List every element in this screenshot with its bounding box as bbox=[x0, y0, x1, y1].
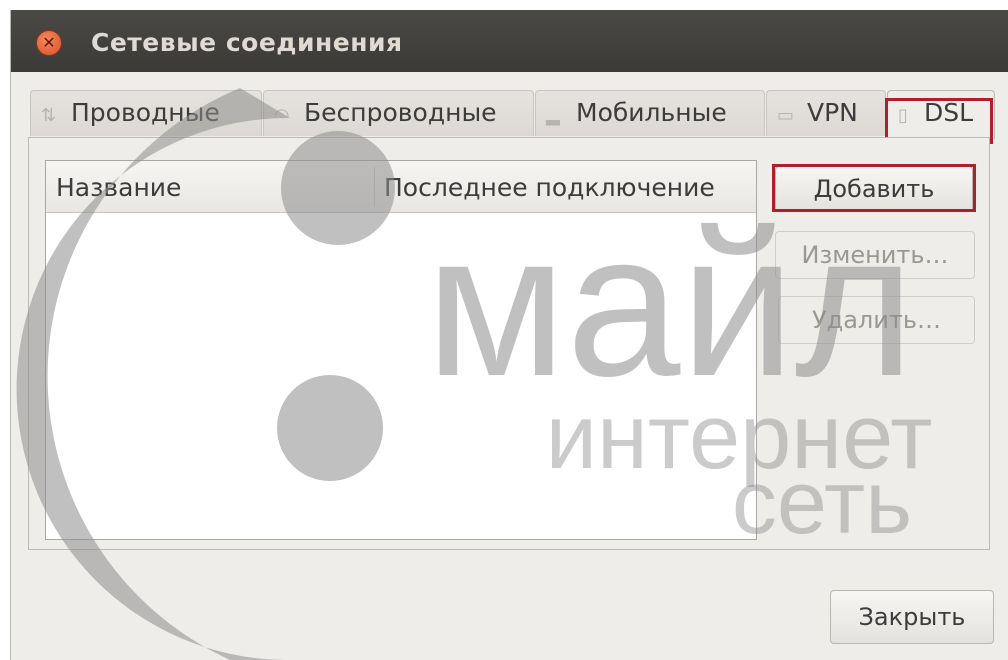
tab-wired[interactable]: ⇅ Проводные bbox=[30, 90, 262, 136]
tab-label: VPN bbox=[807, 98, 858, 127]
wired-network-icon: ⇅ bbox=[41, 105, 57, 126]
close-icon: ✕ bbox=[42, 33, 56, 52]
add-button-highlight bbox=[772, 164, 976, 212]
tab-mobile[interactable]: ▂ Мобильные bbox=[535, 90, 765, 136]
delete-button[interactable]: Удалить… bbox=[778, 296, 975, 344]
tab-label: Мобильные bbox=[576, 98, 727, 127]
connections-list[interactable]: Название Последнее подключение bbox=[45, 160, 757, 540]
window-title: Сетевые соединения bbox=[91, 28, 403, 57]
title-bar: ✕ Сетевые соединения bbox=[11, 10, 1008, 72]
list-header: Название Последнее подключение bbox=[46, 161, 756, 213]
column-divider bbox=[374, 167, 375, 207]
tab-label: Проводные bbox=[71, 98, 220, 127]
tab-vpn[interactable]: ▭ VPN bbox=[766, 90, 886, 136]
lock-icon: ▭ bbox=[777, 105, 795, 126]
column-header-last-used[interactable]: Последнее подключение bbox=[384, 173, 715, 202]
tab-label: Беспроводные bbox=[304, 98, 497, 127]
window-close-button[interactable]: ✕ bbox=[36, 30, 62, 56]
tab-wireless[interactable]: ◠ Беспроводные bbox=[263, 90, 534, 136]
wifi-icon: ◠ bbox=[274, 105, 290, 126]
edit-button[interactable]: Изменить… bbox=[775, 231, 975, 279]
signal-bars-icon: ▂ bbox=[546, 105, 560, 126]
column-header-name[interactable]: Название bbox=[56, 173, 181, 202]
close-button[interactable]: Закрыть bbox=[830, 590, 994, 644]
